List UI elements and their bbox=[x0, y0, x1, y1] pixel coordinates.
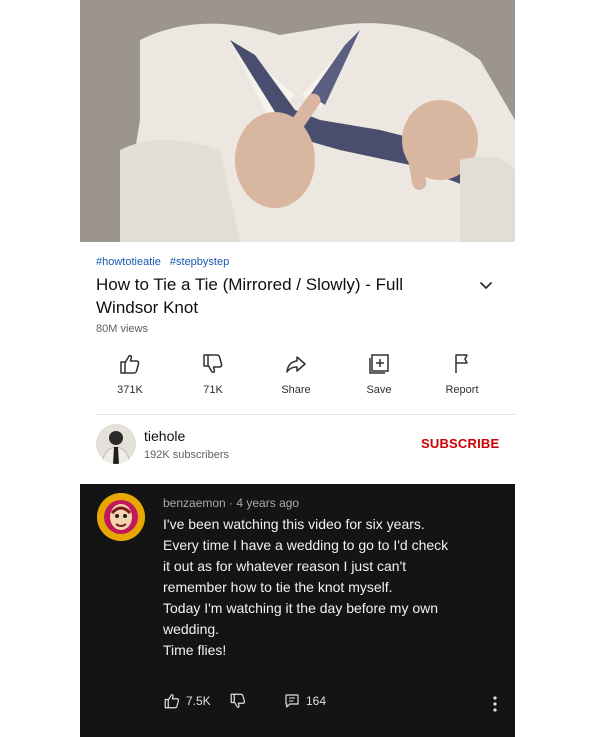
comment-reply-button[interactable]: 164 bbox=[283, 692, 326, 710]
thumbs-down-icon bbox=[203, 354, 223, 374]
comment-line: I've been watching this video for six ye… bbox=[163, 516, 425, 532]
video-title-line: How to Tie a Tie (Mirrored / Slowly) - F… bbox=[96, 275, 404, 294]
hashtag-link[interactable]: #howtotieatie bbox=[96, 256, 161, 268]
dislike-button[interactable]: 71K bbox=[183, 352, 243, 396]
chevron-down-icon[interactable] bbox=[476, 278, 496, 294]
comment-line: Every time I have a wedding to go to I'd… bbox=[163, 537, 449, 553]
reply-icon bbox=[285, 694, 299, 708]
subscribe-button[interactable]: SUBSCRIBE bbox=[421, 436, 499, 451]
subscriber-count: 192K subscribers bbox=[144, 449, 229, 461]
channel-name[interactable]: tiehole bbox=[144, 428, 185, 444]
comment-reply-count: 164 bbox=[306, 694, 327, 708]
commenter-avatar-image bbox=[97, 493, 145, 541]
comment-panel: benzaemon · 4 years ago I've been watchi… bbox=[80, 484, 515, 737]
comment-actions: 7.5K 164 bbox=[163, 692, 503, 714]
thumbs-up-icon bbox=[164, 694, 180, 709]
hashtag-link[interactable]: #stepbystep bbox=[170, 256, 229, 268]
action-bar: 371K 71K Share Save Report bbox=[80, 352, 515, 408]
save-button[interactable]: Save bbox=[349, 352, 409, 396]
save-label: Save bbox=[366, 384, 392, 396]
comment-like-count: 7.5K bbox=[186, 694, 211, 708]
thumbs-down-icon bbox=[230, 693, 246, 708]
share-icon bbox=[286, 356, 306, 373]
thumbs-up-icon bbox=[120, 354, 140, 374]
dislike-count: 71K bbox=[203, 384, 223, 396]
report-label: Report bbox=[445, 384, 479, 396]
like-button[interactable]: 371K bbox=[100, 352, 160, 396]
youtube-screenshot: #howtotieatie #stepbystep How to Tie a T… bbox=[80, 0, 516, 737]
comment-body: I've been watching this video for six ye… bbox=[163, 514, 503, 661]
report-button[interactable]: Report bbox=[432, 352, 492, 396]
view-count: 80M views bbox=[96, 323, 148, 335]
comment-like-button[interactable]: 7.5K bbox=[163, 692, 211, 710]
flag-icon bbox=[455, 354, 468, 373]
channel-avatar-image bbox=[96, 424, 136, 464]
hashtags: #howtotieatie #stepbystep bbox=[96, 256, 235, 268]
like-count: 371K bbox=[117, 384, 143, 396]
comment-dislike-button[interactable] bbox=[229, 692, 247, 710]
comment-line: remember how to tie the knot myself. bbox=[163, 579, 393, 595]
video-frame-illustration bbox=[80, 0, 515, 242]
comment-line: it out as for whatever reason I just can… bbox=[163, 558, 407, 574]
divider bbox=[96, 414, 516, 415]
share-label: Share bbox=[281, 384, 311, 396]
channel-avatar[interactable] bbox=[96, 424, 136, 464]
video-thumbnail[interactable] bbox=[80, 0, 515, 242]
save-icon bbox=[369, 354, 389, 374]
video-title-line: Windsor Knot bbox=[96, 298, 199, 317]
commenter-avatar[interactable] bbox=[97, 493, 145, 541]
comment-line: Time flies! bbox=[163, 642, 227, 658]
comment-line: Today I'm watching it the day before my … bbox=[163, 600, 439, 616]
more-options-icon[interactable] bbox=[490, 694, 500, 714]
video-title[interactable]: How to Tie a Tie (Mirrored / Slowly) - F… bbox=[96, 273, 466, 319]
comment-author-time: benzaemon · 4 years ago bbox=[163, 496, 300, 510]
comment-line: wedding. bbox=[163, 621, 220, 637]
share-button[interactable]: Share bbox=[266, 352, 326, 396]
